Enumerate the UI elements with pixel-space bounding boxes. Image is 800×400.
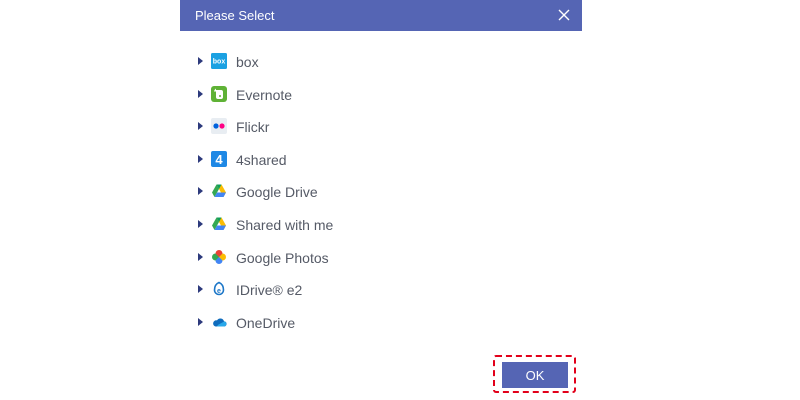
expand-arrow-icon[interactable] [198,252,203,261]
close-icon[interactable] [554,5,574,25]
expand-arrow-icon[interactable] [198,57,203,65]
tree-item-evernote[interactable]: Evernote [180,79,582,112]
select-dialog: Please Select box box Evernote Flickr 4 … [180,0,582,400]
tree-item-shared-with-me[interactable]: Shared with me [180,209,582,242]
idrive-e2-icon: e [213,281,225,296]
evernote-icon [211,85,227,102]
expand-arrow-icon[interactable] [198,285,203,294]
expand-arrow-icon[interactable] [198,89,203,98]
expand-arrow-icon[interactable] [198,154,203,163]
box-icon: box [211,53,227,69]
tree-item-google-drive[interactable]: Google Drive [180,176,582,209]
google-drive-icon [212,217,226,230]
tree-item-label: IDrive® e2 [236,282,303,299]
expand-arrow-icon[interactable] [198,317,203,326]
expand-arrow-icon[interactable] [198,187,203,196]
ok-button[interactable]: OK [502,362,568,388]
tree-item-label: 4shared [236,151,287,168]
tree-item-label: Evernote [236,86,293,103]
expand-arrow-icon[interactable] [198,219,203,228]
tree-item-flickr[interactable]: Flickr [180,111,582,144]
tree-item-label: Google Drive [236,184,318,201]
dialog-titlebar: Please Select [180,0,582,31]
tree-item-idrive-e2[interactable]: e IDrive® e2 [180,274,582,307]
google-photos-icon [212,249,226,264]
flickr-icon [211,118,227,135]
google-drive-icon [212,184,226,198]
tree-item-label: OneDrive [236,314,296,331]
tree-item-label: Google Photos [236,249,329,266]
tree-item-label: box [236,54,259,70]
svg-text:4: 4 [215,152,223,167]
onedrive-icon [213,318,227,327]
tree-item-label: Shared with me [236,216,334,233]
4shared-icon: 4 [211,150,227,167]
cloud-tree: box box Evernote Flickr 4 4shared Google… [180,46,582,339]
tree-item-google-photos[interactable]: Google Photos [180,242,582,275]
svg-text:box: box [213,59,226,66]
tree-item-box[interactable]: box box [180,46,582,79]
svg-text:e: e [217,288,221,295]
tree-item-label: Flickr [236,119,270,136]
tree-item-onedrive[interactable]: OneDrive [180,307,582,340]
expand-arrow-icon[interactable] [198,122,203,131]
dialog-title: Please Select [195,8,275,23]
tree-item-4shared[interactable]: 4 4shared [180,144,582,177]
